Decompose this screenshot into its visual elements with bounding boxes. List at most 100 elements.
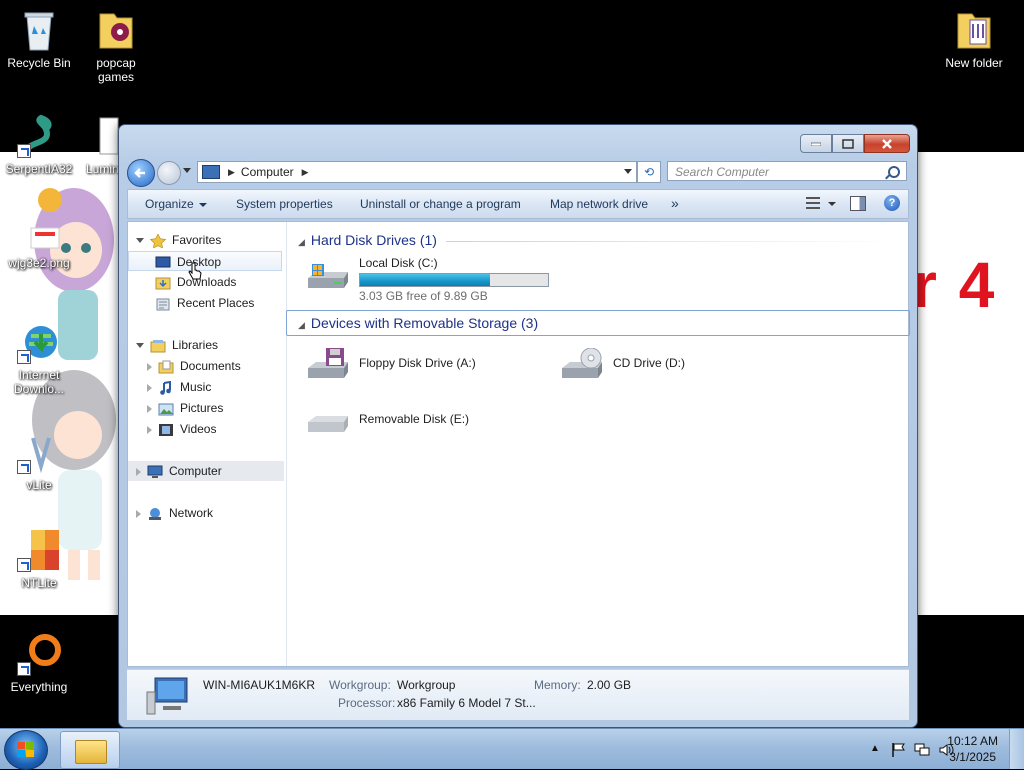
map-network-drive-button[interactable]: Map network drive	[550, 197, 648, 211]
shortcut-arrow-icon	[17, 558, 31, 572]
minimize-icon	[811, 142, 821, 146]
desktop-icon-ntlite[interactable]: NTLite	[1, 528, 77, 590]
search-icon[interactable]	[888, 166, 900, 178]
change-view-icon[interactable]	[806, 197, 820, 209]
drive-removable-e[interactable]: Removable Disk (E:)	[306, 400, 526, 444]
drive-name: Local Disk (C:)	[359, 256, 438, 270]
more-commands-button[interactable]: »	[671, 195, 679, 211]
nav-pictures[interactable]: Pictures	[147, 398, 223, 418]
wallpaper-text: r 4	[912, 249, 997, 321]
computer-large-icon	[146, 677, 188, 715]
computer-icon	[147, 465, 163, 478]
navigation-pane: Favorites Desktop Downloads Recent Place…	[128, 222, 287, 666]
nav-label: Favorites	[172, 233, 222, 247]
desktop-icon-new-folder[interactable]: New folder	[936, 8, 1012, 70]
collapse-group-icon[interactable]: ◢	[298, 320, 305, 330]
system-properties-button[interactable]: System properties	[236, 197, 333, 211]
taskbar-explorer-button[interactable]	[60, 731, 120, 769]
desktop-icon-internet-download[interactable]: Internet Downlo...	[1, 320, 77, 396]
desktop-icon-serpent[interactable]: SerpentIA32	[1, 114, 77, 176]
maximize-button[interactable]	[832, 134, 864, 153]
help-icon[interactable]: ?	[884, 195, 900, 211]
nav-documents[interactable]: Documents	[147, 356, 241, 376]
close-button[interactable]	[864, 134, 910, 153]
breadcrumb-computer[interactable]: Computer	[241, 165, 294, 179]
expand-toggle-icon[interactable]	[136, 467, 141, 476]
expand-toggle-icon[interactable]	[136, 509, 141, 518]
expand-toggle-icon[interactable]	[147, 425, 152, 434]
expand-toggle-icon[interactable]	[147, 362, 152, 371]
collapse-group-icon[interactable]: ◢	[298, 237, 305, 247]
desktop-icon-label: Internet Downlo...	[13, 368, 65, 396]
desktop-icon-recycle-bin[interactable]: Recycle Bin	[1, 8, 77, 70]
clock-date: 3/1/2025	[949, 750, 996, 764]
start-button[interactable]	[4, 730, 48, 770]
nav-desktop[interactable]: Desktop	[128, 251, 282, 271]
desktop-icon-png-file[interactable]: wjg3e2.png	[1, 222, 77, 270]
organize-button[interactable]: Organize	[145, 197, 207, 211]
group-header-hard-disk-drives[interactable]: ◢ Hard Disk Drives (1)	[298, 232, 437, 248]
address-row: ▶ Computer ▶ ⟲ Search Computer	[127, 159, 909, 187]
document-icon	[78, 114, 122, 158]
folder-icon	[94, 8, 138, 52]
expand-toggle-icon[interactable]	[136, 343, 144, 349]
drive-local-disk-c[interactable]: Local Disk (C:) 3.03 GB free of 9.89 GB	[306, 256, 566, 303]
desktop-icon-vlite[interactable]: vLite	[1, 430, 77, 492]
view-options-dropdown-icon[interactable]	[828, 202, 836, 206]
nav-music[interactable]: Music	[147, 377, 211, 397]
nav-label: Network	[169, 506, 214, 520]
show-desktop-button[interactable]	[1009, 729, 1024, 769]
desktop-icon-everything[interactable]: Everything	[1, 632, 77, 694]
uninstall-program-button[interactable]: Uninstall or change a program	[360, 197, 521, 211]
group-header-removable-storage[interactable]: ◢ Devices with Removable Storage (3)	[298, 315, 538, 331]
drive-cd-d[interactable]: CD Drive (D:)	[560, 344, 780, 388]
taskbar-clock[interactable]: 10:12 AM 3/1/2025	[947, 733, 998, 765]
recent-pages-dropdown[interactable]	[183, 168, 191, 173]
nav-libraries[interactable]: Libraries	[136, 335, 218, 355]
organize-label: Organize	[145, 197, 194, 211]
refresh-icon: ⟲	[643, 165, 655, 179]
nav-computer[interactable]: Computer	[128, 461, 284, 481]
folder-icon	[75, 740, 107, 764]
desktop-icon-label: NTLite	[21, 576, 57, 590]
nav-label: Downloads	[177, 275, 237, 289]
windows-logo-icon	[17, 742, 35, 758]
nav-label: Videos	[180, 422, 217, 436]
explorer-window: ▶ Computer ▶ ⟲ Search Computer Organize …	[118, 124, 918, 728]
pictures-icon	[158, 403, 174, 416]
processor-label: Processor:	[338, 696, 396, 710]
desktop-icon-label: SerpentIA32	[5, 162, 73, 176]
forward-button[interactable]	[157, 161, 181, 185]
desktop-icon-label: vLite	[26, 478, 52, 492]
desktop-icon-label: popcap games	[96, 56, 136, 84]
preview-pane-icon[interactable]	[850, 196, 866, 211]
desktop-icon-label: Everything	[10, 680, 68, 694]
address-dropdown-icon[interactable]	[624, 169, 632, 174]
minimize-button[interactable]	[800, 134, 832, 153]
taskbar: ▲ 10:12 AM 3/1/2025	[0, 728, 1024, 770]
refresh-button[interactable]: ⟲	[637, 161, 661, 183]
desktop-icon-lumin[interactable]: Lumin	[78, 114, 122, 176]
ntlite-icon	[17, 528, 61, 572]
search-input[interactable]: Search Computer	[667, 161, 907, 181]
address-bar[interactable]: ▶ Computer ▶	[197, 161, 637, 183]
expand-toggle-icon[interactable]	[147, 383, 152, 392]
nav-videos[interactable]: Videos	[147, 419, 216, 439]
drive-floppy-a[interactable]: Floppy Disk Drive (A:)	[306, 344, 526, 388]
breadcrumb-separator-icon[interactable]: ▶	[302, 167, 309, 178]
desktop-icon-label: wjg3e2.png	[8, 256, 70, 270]
network-tray-icon[interactable]	[914, 742, 930, 758]
nav-network[interactable]: Network	[136, 503, 213, 523]
nav-recent-places[interactable]: Recent Places	[155, 293, 254, 313]
show-hidden-icons-icon[interactable]: ▲	[870, 743, 880, 754]
desktop-icon-popcap-games[interactable]: popcap games	[78, 8, 154, 84]
maximize-icon	[842, 138, 854, 149]
breadcrumb-separator-icon[interactable]: ▶	[228, 167, 235, 178]
expand-toggle-icon[interactable]	[147, 404, 152, 413]
back-button[interactable]	[127, 159, 155, 187]
drive-name: CD Drive (D:)	[613, 356, 685, 370]
expand-toggle-icon[interactable]	[136, 238, 144, 244]
nav-favorites[interactable]: Favorites	[136, 230, 221, 250]
star-icon	[150, 233, 166, 248]
action-center-flag-icon[interactable]	[890, 742, 906, 758]
